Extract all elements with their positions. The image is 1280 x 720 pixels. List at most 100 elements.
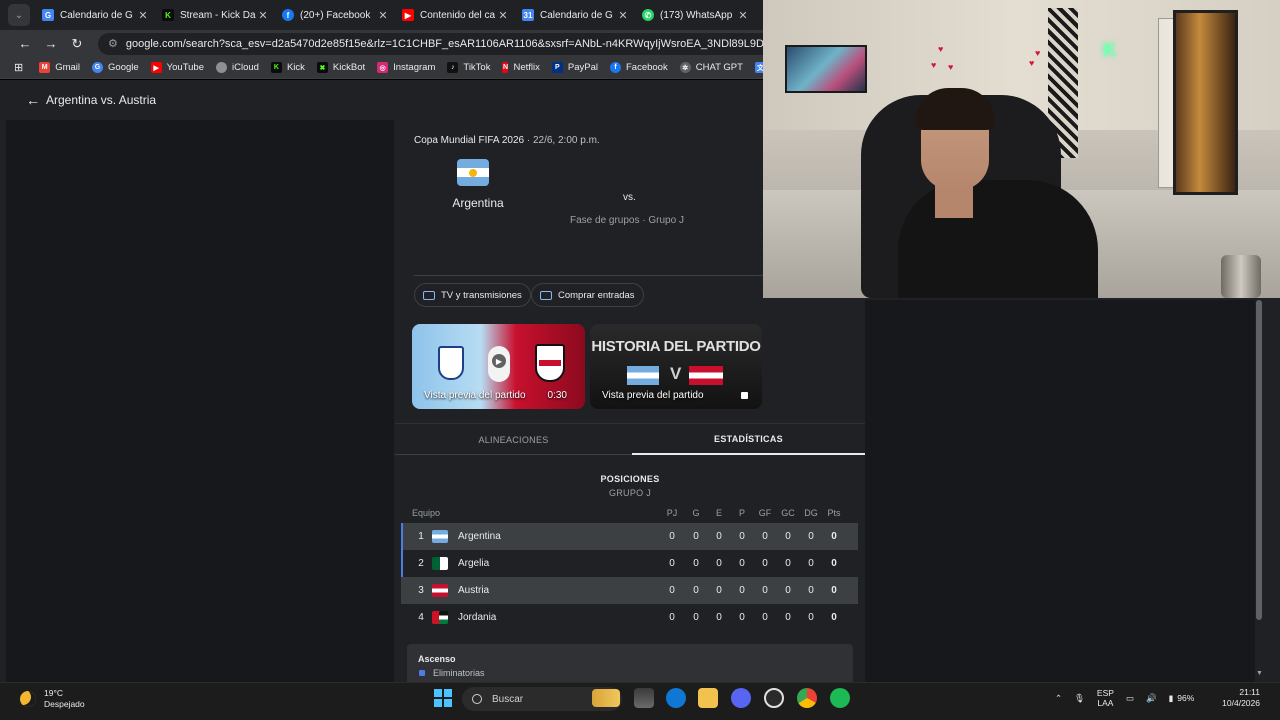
stat-dg: 0 bbox=[808, 531, 814, 542]
video-preview-card[interactable]: ▶ Vista previa del partido 0:30 bbox=[412, 324, 585, 409]
bookmark-netflix[interactable]: N Netflix bbox=[502, 62, 540, 73]
tab-statistics[interactable]: ESTADÍSTICAS bbox=[632, 424, 865, 455]
discord-icon[interactable] bbox=[731, 688, 751, 708]
chip-label: Comprar entradas bbox=[558, 289, 635, 301]
video-history-card[interactable]: HISTORIA DEL PARTIDO V Vista previa del … bbox=[590, 324, 762, 409]
bookmark-paypal[interactable]: P PayPal bbox=[551, 62, 598, 73]
column-header: PJ bbox=[666, 508, 678, 518]
bookmark-icloud[interactable]: iCloud bbox=[216, 62, 259, 73]
versus-label: vs. bbox=[623, 192, 636, 203]
windows-start-icon[interactable] bbox=[434, 689, 452, 707]
network-icon[interactable]: ▭ bbox=[1126, 693, 1134, 704]
legend-item: Eliminatorias bbox=[433, 668, 485, 678]
stat-dg: 0 bbox=[808, 558, 814, 569]
paypal-icon: P bbox=[551, 62, 563, 73]
scroll-down-icon[interactable]: ▼ bbox=[1255, 670, 1264, 677]
search-highlight-icon[interactable] bbox=[592, 689, 620, 707]
jordan-flag-icon bbox=[432, 611, 448, 624]
competition-name[interactable]: Copa Mundial FIFA 2026 bbox=[414, 135, 524, 146]
language-indicator[interactable]: ESP LAA bbox=[1097, 688, 1114, 708]
volume-icon[interactable]: 🔊 bbox=[1146, 693, 1157, 704]
scrollbar-thumb[interactable] bbox=[1256, 300, 1262, 620]
bookmark-youtube[interactable]: ▶ YouTube bbox=[150, 62, 204, 73]
bookmark-kick[interactable]: K Kick bbox=[270, 62, 305, 73]
stat-gf: 0 bbox=[762, 612, 768, 623]
chevron-up-icon[interactable]: ⌃ bbox=[1055, 693, 1062, 704]
heart-decoration-icon: ♥ bbox=[1029, 58, 1035, 68]
close-icon[interactable]: ✕ bbox=[616, 9, 630, 22]
table-row[interactable]: 2 Argelia 0 0 0 0 0 0 0 0 bbox=[401, 550, 858, 577]
back-arrow-icon[interactable]: ← bbox=[12, 34, 38, 54]
browser-tab[interactable]: G Calendario de G ✕ bbox=[36, 0, 156, 30]
bookmark-label: iCloud bbox=[232, 62, 259, 73]
browser-tab[interactable]: K Stream - Kick Da ✕ bbox=[156, 0, 276, 30]
bookmark-label: Kick bbox=[286, 62, 305, 73]
ticket-icon bbox=[540, 290, 552, 300]
heart-decoration-icon: ♥ bbox=[1035, 48, 1041, 58]
table-row[interactable]: 3 Austria 0 0 0 0 0 0 0 0 bbox=[401, 577, 858, 604]
wooden-door bbox=[1173, 10, 1238, 195]
stat-g: 0 bbox=[693, 558, 699, 569]
chrome-icon[interactable] bbox=[797, 688, 817, 708]
play-icon[interactable]: ▶ bbox=[492, 354, 506, 368]
browser-tab[interactable]: f (20+) Facebook ✕ bbox=[276, 0, 396, 30]
table-row[interactable]: 1 Argentina 0 0 0 0 0 0 0 0 bbox=[401, 523, 858, 550]
battery-icon[interactable]: ▮ bbox=[1169, 693, 1174, 704]
bookmark-chatgpt[interactable]: ✲ CHAT GPT bbox=[679, 62, 743, 73]
bookmark-facebook[interactable]: f Facebook bbox=[610, 62, 668, 73]
screen: ⌄ G Calendario de G ✕ K Stream - Kick Da… bbox=[0, 0, 1280, 720]
stat-pj: 0 bbox=[669, 585, 675, 596]
browser-tab[interactable]: ✆ (173) WhatsApp ✕ bbox=[636, 0, 756, 30]
browser-tab[interactable]: 31 Calendario de G ✕ bbox=[516, 0, 636, 30]
legend-title: Ascenso bbox=[418, 654, 456, 664]
stat-p: 0 bbox=[739, 531, 745, 542]
close-icon[interactable]: ✕ bbox=[256, 9, 270, 22]
close-icon[interactable]: ✕ bbox=[376, 9, 390, 22]
home-team-name[interactable]: Argentina bbox=[433, 196, 523, 210]
team-name: Jordania bbox=[458, 612, 497, 623]
icloud-icon bbox=[216, 62, 228, 73]
moon-icon bbox=[20, 691, 36, 707]
argentina-flag-icon bbox=[457, 159, 489, 186]
bookmark-tiktok[interactable]: ♪ TikTok bbox=[447, 62, 490, 73]
tv-streams-button[interactable]: TV y transmisiones bbox=[414, 283, 531, 307]
divider bbox=[414, 275, 764, 276]
tab-lineups[interactable]: ALINEACIONES bbox=[395, 424, 632, 455]
apps-grid-icon[interactable]: ⊞ bbox=[14, 61, 23, 74]
temperature: 19°C bbox=[44, 688, 63, 698]
microphone-icon[interactable]: 🎙 bbox=[1074, 693, 1085, 704]
site-info-icon[interactable]: ⚙ bbox=[108, 37, 118, 50]
bookmark-gmail[interactable]: M Gmail bbox=[39, 62, 80, 73]
bookmark-google[interactable]: G Google bbox=[92, 62, 139, 73]
close-icon[interactable]: ✕ bbox=[736, 9, 750, 22]
bookmark-label: Netflix bbox=[513, 62, 540, 73]
algeria-flag-icon bbox=[432, 557, 448, 570]
task-view-icon[interactable] bbox=[634, 688, 654, 708]
close-icon[interactable]: ✕ bbox=[136, 9, 150, 22]
tab-search-chevron-icon[interactable]: ⌄ bbox=[8, 4, 30, 26]
obs-icon[interactable] bbox=[764, 688, 784, 708]
url-text: google.com/search?sca_esv=d2a5470d2e85f1… bbox=[125, 37, 826, 50]
table-row[interactable]: 4 Jordania 0 0 0 0 0 0 0 0 bbox=[401, 604, 858, 631]
versus-letter: V bbox=[670, 364, 682, 383]
left-backdrop bbox=[6, 120, 394, 682]
close-icon[interactable]: ✕ bbox=[496, 9, 510, 22]
clock[interactable]: 21:11 10/4/2026 bbox=[1216, 687, 1260, 709]
edge-browser-icon[interactable] bbox=[666, 688, 686, 708]
buy-tickets-button[interactable]: Comprar entradas bbox=[531, 283, 644, 307]
bookmark-instagram[interactable]: ◎ Instagram bbox=[377, 62, 435, 73]
back-arrow-icon[interactable]: ← bbox=[26, 92, 40, 108]
column-header: Equipo bbox=[412, 508, 441, 518]
tab-label: Calendario de G bbox=[540, 9, 613, 21]
stat-gc: 0 bbox=[785, 585, 791, 596]
reload-icon[interactable]: ↻ bbox=[64, 34, 90, 54]
weather-widget[interactable]: 19°C Despejado bbox=[20, 688, 85, 710]
bookmark-kickbot[interactable]: ✖ KickBot bbox=[316, 62, 365, 73]
forward-arrow-icon[interactable]: → bbox=[38, 34, 64, 54]
scrollbar[interactable] bbox=[1255, 300, 1264, 682]
browser-tab[interactable]: ▶ Contenido del ca ✕ bbox=[396, 0, 516, 30]
bookmark-label: Facebook bbox=[626, 62, 668, 73]
file-explorer-icon[interactable] bbox=[698, 688, 718, 708]
date: 10/4/2026 bbox=[1222, 698, 1260, 708]
spotify-icon[interactable] bbox=[830, 688, 850, 708]
